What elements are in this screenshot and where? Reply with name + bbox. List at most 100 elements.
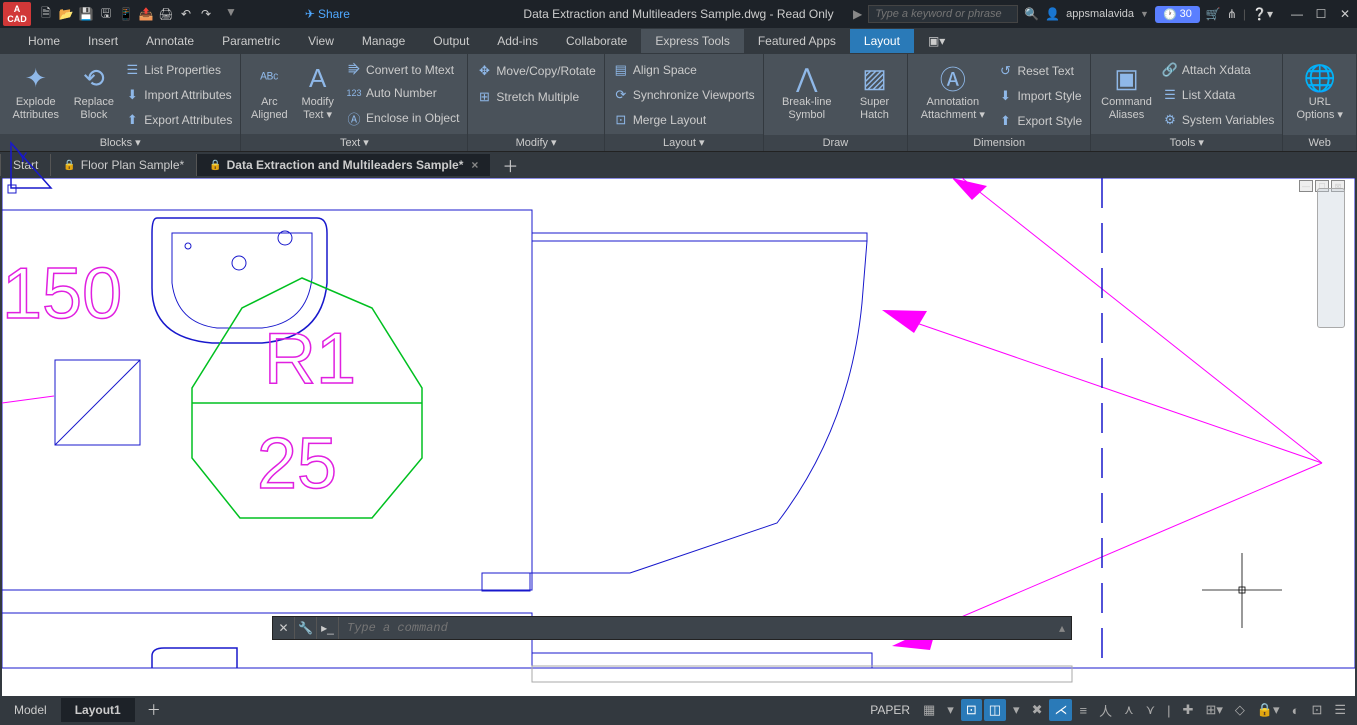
export-attributes-button[interactable]: ⬆Export Attributes — [124, 111, 232, 129]
sb-annot-scale-icon[interactable]: 人 — [1094, 698, 1117, 723]
search-input[interactable] — [868, 5, 1018, 23]
close-button[interactable]: ✕ — [1337, 6, 1353, 22]
sb-lock-ui-icon[interactable]: 🔒▾ — [1252, 699, 1285, 721]
modify-text-button[interactable]: A Modify Text ▾ — [293, 56, 342, 134]
qat-dropdown-icon[interactable]: ▼ — [225, 5, 237, 23]
trial-badge[interactable]: 🕐30 — [1155, 6, 1200, 23]
move-icon: ✥ — [476, 63, 492, 79]
tab-express-tools[interactable]: Express Tools — [641, 29, 743, 53]
convert-mtext-button[interactable]: ⭆Convert to Mtext — [346, 61, 459, 79]
sb-otrack-icon[interactable]: ⋌ — [1049, 699, 1072, 721]
sb-snap-dropdown-icon[interactable]: ▾ — [942, 699, 959, 721]
qat-undo-icon[interactable]: ↶ — [177, 5, 195, 23]
paper-model-toggle[interactable]: PAPER — [870, 703, 910, 717]
super-hatch-button[interactable]: ▨ Super Hatch — [846, 56, 903, 135]
align-space-button[interactable]: ▤Align Space — [613, 61, 755, 79]
reset-text-button[interactable]: ↺Reset Text — [997, 62, 1082, 80]
tab-annotate[interactable]: Annotate — [132, 29, 208, 53]
sb-osnap-icon[interactable]: ✖ — [1027, 699, 1048, 721]
qat-new-icon[interactable]: 🗎 — [37, 5, 55, 23]
auto-number-button[interactable]: 123Auto Number — [346, 85, 459, 101]
cmd-history-icon[interactable]: ▴ — [1053, 621, 1071, 635]
export-style-button[interactable]: ⬆Export Style — [997, 112, 1082, 130]
share-icon: ✈ — [305, 7, 315, 21]
qat-saveas-icon[interactable]: 🖫 — [97, 5, 115, 23]
share-button[interactable]: ✈ Share — [305, 7, 350, 21]
maximize-button[interactable]: ☐ — [1313, 6, 1329, 22]
sb-annot-vis-icon[interactable]: ⋏ — [1119, 699, 1139, 721]
sb-grid-icon[interactable]: ▦ — [918, 699, 940, 721]
sb-polar-dropdown-icon[interactable]: ▾ — [1008, 699, 1025, 721]
annot-attachment-button[interactable]: Ⓐ Annotation Attachment ▾ — [912, 56, 993, 135]
user-dropdown-icon[interactable]: ▼ — [1140, 9, 1149, 19]
sb-ortho-icon[interactable]: ⊡ — [961, 699, 982, 721]
sb-custom-icon[interactable]: ☰ — [1329, 699, 1351, 721]
cmd-prompt-icon: ▸_ — [317, 617, 339, 639]
cmd-options-icon[interactable]: 🔧 — [295, 617, 317, 639]
tab-output[interactable]: Output — [419, 29, 483, 53]
sb-isolate-icon[interactable]: ◐ — [1287, 700, 1305, 721]
tab-layout[interactable]: Layout — [850, 29, 914, 53]
qat-export-icon[interactable]: 📤 — [137, 5, 155, 23]
qat-redo-icon[interactable]: ↷ — [197, 5, 215, 23]
qat-web-icon[interactable]: 📱 — [117, 5, 135, 23]
url-options-button[interactable]: 🌐 URL Options ▾ — [1287, 56, 1352, 135]
sb-clean-icon[interactable]: ⊡ — [1306, 699, 1327, 721]
help-icon[interactable]: ❔▾ — [1252, 7, 1273, 21]
merge-icon: ⊡ — [613, 112, 629, 128]
user-name[interactable]: appsmalavida — [1066, 8, 1134, 20]
stretch-multiple-button[interactable]: ⊞Stretch Multiple — [476, 88, 595, 106]
tab-addins[interactable]: Add-ins — [483, 29, 552, 53]
annot-icon: Ⓐ — [940, 60, 966, 96]
list-xdata-button[interactable]: ☰List Xdata — [1162, 86, 1274, 104]
command-aliases-button[interactable]: ▣ Command Aliases — [1095, 56, 1158, 134]
replace-block-button[interactable]: ⟲ Replace Block — [67, 56, 120, 134]
tab-collaborate[interactable]: Collaborate — [552, 29, 641, 53]
sb-workspace-icon[interactable]: ✚ — [1178, 699, 1199, 721]
move-copy-rotate-button[interactable]: ✥Move/Copy/Rotate — [476, 62, 595, 80]
cart-icon[interactable]: 🛒 — [1206, 7, 1221, 21]
breakline-button[interactable]: ⋀ Break-line Symbol — [768, 56, 846, 135]
tab-ribbon-toggle[interactable]: ▣▾ — [914, 29, 959, 53]
layout-tab-layout1[interactable]: Layout1 — [61, 698, 135, 722]
align-icon: ▤ — [613, 62, 629, 78]
search-icon[interactable]: 🔍 — [1024, 7, 1039, 21]
sb-polar-icon[interactable]: ◫ — [984, 699, 1006, 721]
drawing-canvas[interactable]: — ☐ ⊠ 150 R1 25 — [2, 178, 1355, 696]
command-input[interactable] — [339, 621, 1053, 635]
qat-save-icon[interactable]: 💾 — [77, 5, 95, 23]
app-logo[interactable]: A CAD — [3, 2, 31, 26]
minimize-button[interactable]: — — [1289, 6, 1305, 22]
layout-tab-model[interactable]: Model — [0, 698, 61, 722]
arc-aligned-button[interactable]: ᴬᴮᶜ Arc Aligned — [245, 56, 293, 134]
wcs-y-label: Y — [18, 149, 28, 165]
listx-icon: ☰ — [1162, 87, 1178, 103]
sb-separator: | — [1162, 700, 1175, 721]
sb-quickprops-icon[interactable]: ◇ — [1230, 699, 1250, 721]
import-style-button[interactable]: ⬇Import Style — [997, 87, 1082, 105]
sync-viewports-button[interactable]: ⟳Synchronize Viewports — [613, 86, 755, 104]
tab-home[interactable]: Home — [14, 29, 74, 53]
tab-view[interactable]: View — [294, 29, 348, 53]
qat-open-icon[interactable]: 📂 — [57, 5, 75, 23]
add-layout-button[interactable]: ＋ — [135, 695, 173, 725]
apps-icon[interactable]: ⋔ — [1227, 7, 1237, 21]
tab-manage[interactable]: Manage — [348, 29, 419, 53]
list-properties-button[interactable]: ☰List Properties — [124, 61, 232, 79]
explode-attributes-button[interactable]: ✦ Explode Attributes — [4, 56, 67, 134]
tab-featured-apps[interactable]: Featured Apps — [744, 29, 850, 53]
merge-layout-button[interactable]: ⊡Merge Layout — [613, 111, 755, 129]
enclose-object-button[interactable]: ⒶEnclose in Object — [346, 108, 459, 129]
qat-plot-icon[interactable]: 🖨 — [157, 5, 175, 23]
tab-parametric[interactable]: Parametric — [208, 29, 294, 53]
panel-text: ᴬᴮᶜ Arc Aligned A Modify Text ▾ ⭆Convert… — [241, 54, 468, 151]
search-play-icon[interactable]: ▶ — [853, 7, 862, 21]
attach-xdata-button[interactable]: 🔗Attach Xdata — [1162, 61, 1274, 79]
cmd-customize-icon[interactable]: ✕ — [273, 617, 295, 639]
import-attributes-button[interactable]: ⬇Import Attributes — [124, 86, 232, 104]
sb-lineweight-icon[interactable]: ≡ — [1074, 700, 1092, 721]
sb-units-icon[interactable]: ⊞▾ — [1200, 699, 1227, 721]
system-variables-button[interactable]: ⚙System Variables — [1162, 111, 1274, 129]
sb-annot-auto-icon[interactable]: ⋎ — [1141, 699, 1161, 721]
tab-insert[interactable]: Insert — [74, 29, 132, 53]
